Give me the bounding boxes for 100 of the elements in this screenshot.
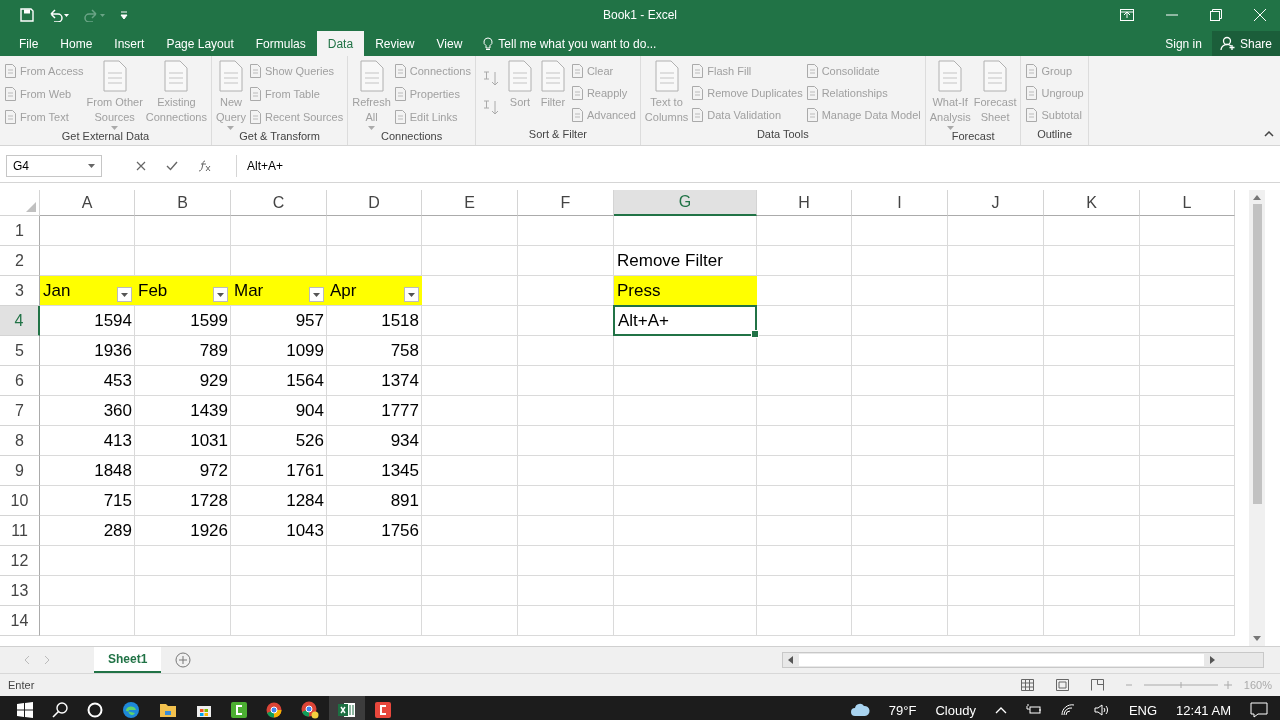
- filter-dropdown-icon[interactable]: [117, 287, 132, 302]
- column-header[interactable]: A: [40, 190, 135, 216]
- ribbon-display-icon[interactable]: [1120, 9, 1134, 21]
- page-break-icon[interactable]: [1090, 679, 1104, 691]
- row-header[interactable]: 9: [0, 456, 40, 486]
- language-indicator[interactable]: ENG: [1128, 702, 1158, 718]
- row-header[interactable]: 8: [0, 426, 40, 456]
- tell-me-field[interactable]: Tell me what you want to do...: [498, 36, 689, 51]
- cell-text: 1031: [190, 430, 228, 451]
- speaker-icon[interactable]: [1093, 704, 1110, 716]
- ribbon-tab[interactable]: Home: [49, 31, 104, 56]
- start-icon[interactable]: [17, 702, 33, 718]
- column-header[interactable]: G: [614, 190, 757, 216]
- row-header[interactable]: 3: [0, 276, 40, 306]
- scrollbar-thumb[interactable]: [799, 654, 1204, 666]
- collapse-ribbon-icon[interactable]: [1264, 131, 1274, 137]
- share-button[interactable]: Share: [1211, 31, 1280, 56]
- undo-icon[interactable]: [48, 8, 70, 22]
- ribbon-tab[interactable]: Review: [364, 31, 426, 56]
- scroll-left-icon[interactable]: [787, 656, 793, 664]
- scroll-down-icon[interactable]: [1253, 636, 1261, 642]
- column-header[interactable]: B: [135, 190, 231, 216]
- caret-icon: [111, 126, 119, 130]
- sign-in-link[interactable]: Sign in: [1155, 31, 1212, 56]
- circle-icon[interactable]: [87, 702, 103, 718]
- row-header[interactable]: 13: [0, 576, 40, 606]
- taskbar-button[interactable]: [329, 696, 365, 720]
- row-header[interactable]: 1: [0, 216, 40, 246]
- cell-text: 1848: [94, 460, 132, 481]
- wifi-icon[interactable]: [1060, 704, 1075, 716]
- add-sheet-icon[interactable]: [175, 652, 192, 668]
- ribbon-tab[interactable]: Insert: [103, 31, 156, 56]
- ribbon-tab[interactable]: Page Layout: [155, 31, 245, 56]
- group-label: Connections: [380, 130, 444, 144]
- temperature[interactable]: 79°F: [888, 702, 917, 718]
- row-header[interactable]: 11: [0, 516, 40, 546]
- ribbon-tab[interactable]: File: [8, 31, 50, 56]
- close-icon[interactable]: [1254, 9, 1266, 21]
- page-layout-icon[interactable]: [1055, 679, 1069, 691]
- notification-icon[interactable]: [1250, 702, 1268, 718]
- row-header[interactable]: 6: [0, 366, 40, 396]
- scroll-right-icon[interactable]: [1210, 656, 1216, 664]
- check-icon[interactable]: [166, 161, 178, 171]
- ribbon-tab[interactable]: Data: [316, 31, 365, 56]
- cell-text: 929: [199, 370, 228, 391]
- function-icon[interactable]: [198, 160, 212, 172]
- weather-text[interactable]: Cloudy: [935, 702, 976, 718]
- column-header[interactable]: H: [757, 190, 852, 216]
- chevron-up-icon[interactable]: [994, 706, 1007, 714]
- search-icon[interactable]: [52, 702, 68, 718]
- scrollbar-thumb[interactable]: [1252, 204, 1262, 504]
- row-header[interactable]: 10: [0, 486, 40, 516]
- name-box[interactable]: G4: [6, 155, 102, 177]
- chrome-icon[interactable]: [266, 702, 282, 718]
- filter-dropdown-icon[interactable]: [213, 287, 228, 302]
- column-header[interactable]: E: [422, 190, 518, 216]
- cancel-icon[interactable]: [136, 161, 146, 171]
- row-header[interactable]: 7: [0, 396, 40, 426]
- filter-dropdown-icon[interactable]: [309, 287, 324, 302]
- ribbon-tab[interactable]: Formulas: [244, 31, 317, 56]
- formula-field[interactable]: Alt+A+: [236, 155, 1276, 177]
- cloud-icon: [849, 703, 870, 717]
- column-header[interactable]: C: [231, 190, 327, 216]
- filter-dropdown-icon[interactable]: [404, 287, 419, 302]
- save-icon[interactable]: [20, 8, 34, 22]
- column-header[interactable]: F: [518, 190, 614, 216]
- fill-handle[interactable]: [751, 330, 759, 338]
- browser-icon[interactable]: [122, 701, 140, 719]
- cell-text: 1756: [381, 520, 419, 541]
- caret-icon[interactable]: [88, 164, 95, 168]
- row-header[interactable]: 2: [0, 246, 40, 276]
- battery-icon[interactable]: [1025, 704, 1042, 716]
- scroll-up-icon[interactable]: [1253, 194, 1261, 200]
- row-header[interactable]: 5: [0, 336, 40, 366]
- normal-view-icon[interactable]: [1020, 679, 1034, 691]
- column-header[interactable]: K: [1044, 190, 1140, 216]
- chrome-icon[interactable]: [301, 701, 319, 719]
- status-mode: Enter: [8, 679, 35, 691]
- column-header[interactable]: I: [852, 190, 948, 216]
- cell-text: 1099: [286, 340, 324, 361]
- folder-icon[interactable]: [159, 702, 177, 718]
- cell-text: Feb: [138, 280, 168, 301]
- restore-icon[interactable]: [1210, 9, 1222, 21]
- cell-text: 715: [103, 490, 132, 511]
- column-header[interactable]: J: [948, 190, 1044, 216]
- horizontal-scrollbar[interactable]: [782, 652, 1264, 668]
- ribbon-tab[interactable]: View: [425, 31, 474, 56]
- row-header[interactable]: 14: [0, 606, 40, 636]
- document-icon: [393, 109, 407, 124]
- app-icon[interactable]: [231, 702, 247, 718]
- active-cell[interactable]: Alt+A+: [613, 305, 757, 336]
- customize-caret-icon[interactable]: [120, 10, 128, 20]
- column-header[interactable]: D: [327, 190, 422, 216]
- sheet-tab[interactable]: Sheet1: [94, 647, 162, 673]
- app-icon[interactable]: [375, 702, 391, 718]
- cell-text: 413: [103, 430, 132, 451]
- row-header[interactable]: 12: [0, 546, 40, 576]
- column-header[interactable]: L: [1140, 190, 1235, 216]
- row-header[interactable]: 4: [0, 306, 40, 336]
- clock[interactable]: 12:41 AM: [1176, 702, 1231, 718]
